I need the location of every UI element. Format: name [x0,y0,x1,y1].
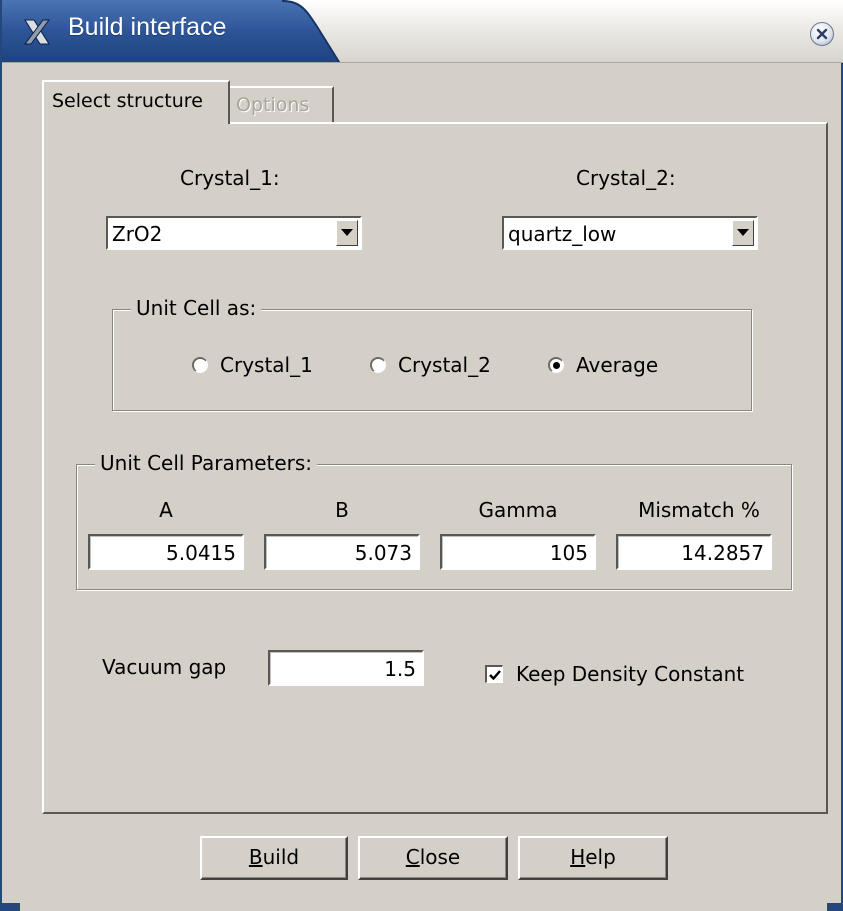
help-mnemonic: H [570,845,586,869]
chevron-down-icon[interactable] [336,220,358,246]
radio-label: Crystal_1 [220,353,313,377]
build-label-rest: uild [262,845,300,869]
radio-label: Average [576,353,659,377]
unit-cell-as-title: Unit Cell as: [131,296,262,320]
build-interface-window: Build interface Select structure Options… [0,0,843,911]
build-mnemonic: B [248,845,263,869]
param-b-field[interactable]: 5.073 [264,534,420,570]
param-a-value: 5.0415 [166,541,236,565]
param-gamma-value: 105 [549,541,588,565]
radio-label: Crystal_2 [398,353,491,377]
unit-cell-params-group: Unit Cell Parameters: [76,451,792,590]
window-bottom-edge [2,903,843,911]
crystal2-value: quartz_low [508,222,617,246]
build-button[interactable]: Build [200,836,348,880]
close-button[interactable]: Close [358,836,508,880]
help-button[interactable]: Help [518,836,668,880]
param-b-value: 5.073 [354,541,412,565]
window-title: Build interface [68,13,227,41]
radio-circle [192,357,208,373]
tab-label: Select structure [52,90,203,112]
help-label-rest: elp [585,845,616,869]
crystal2-select[interactable]: quartz_low [502,216,758,250]
radio-selected-dot [553,362,560,369]
checkmark-icon [489,670,501,681]
column-header-gamma: Gamma [478,498,558,522]
title-tab: Build interface [2,0,352,62]
vacuum-gap-label: Vacuum gap [102,655,227,679]
radio-circle [370,357,386,373]
x-icon [22,17,52,47]
close-icon[interactable] [810,22,834,46]
column-header-b: B [335,498,349,522]
close-label-rest: lose [419,845,461,869]
chevron-down-icon[interactable] [732,220,754,246]
column-header-a: A [159,498,173,522]
tab-label: Options [236,94,310,116]
crystal1-value: ZrO2 [112,222,163,246]
unit-cell-params-title: Unit Cell Parameters: [95,451,318,475]
title-bar[interactable]: Build interface [2,0,843,63]
keep-density-checkbox[interactable] [485,665,503,683]
resize-handle-right[interactable] [827,903,843,911]
param-gamma-field[interactable]: 105 [440,534,596,570]
vacuum-gap-field[interactable]: 1.5 [268,650,424,686]
radio-circle [548,357,564,373]
column-header-mismatch: Mismatch % [638,498,760,522]
crystal2-label: Crystal_2: [576,166,676,190]
close-mnemonic: C [405,845,420,869]
tab-select-structure[interactable]: Select structure [42,80,230,124]
param-mismatch-value: 14.2857 [681,541,764,565]
crystal1-select[interactable]: ZrO2 [106,216,362,250]
param-a-field[interactable]: 5.0415 [88,534,244,570]
keep-density-label[interactable]: Keep Density Constant [516,662,744,686]
tab-options[interactable]: Options [230,86,334,122]
crystal1-label: Crystal_1: [180,166,280,190]
vacuum-gap-value: 1.5 [384,657,416,681]
resize-handle-left[interactable] [2,903,20,911]
param-mismatch-field[interactable]: 14.2857 [616,534,772,570]
